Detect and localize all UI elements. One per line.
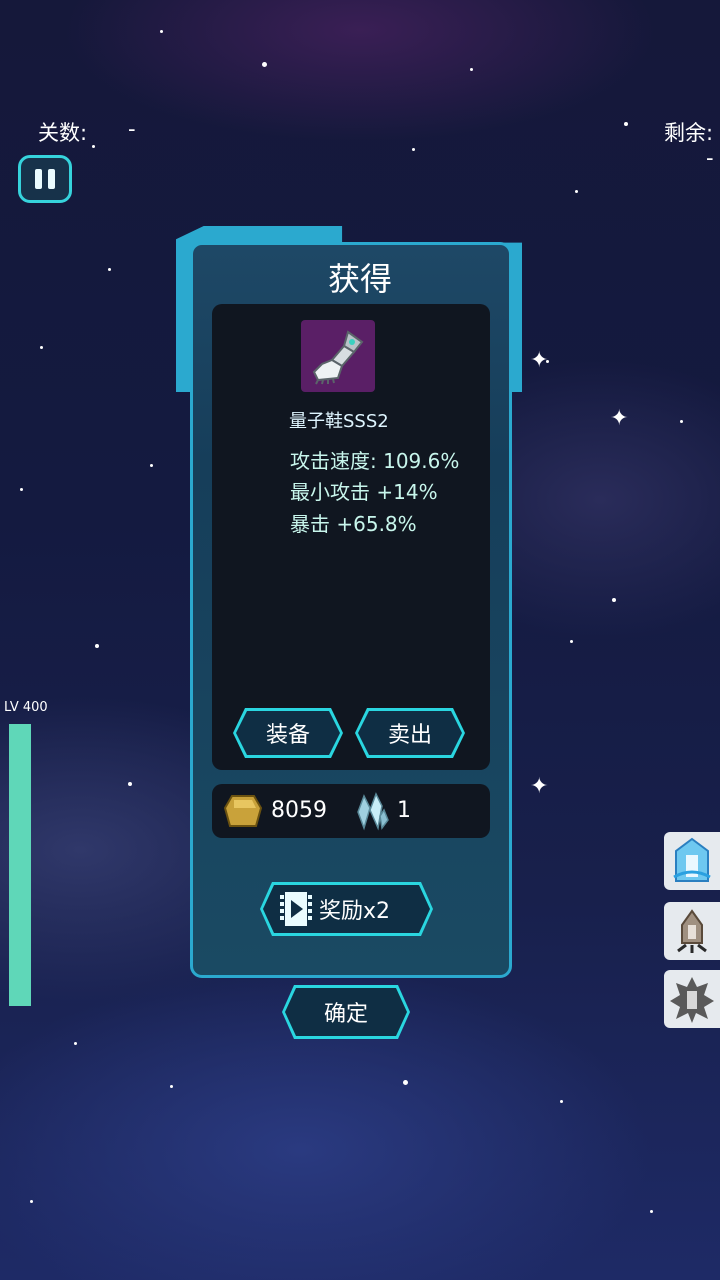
dialog-title: 获得 bbox=[327, 260, 392, 298]
reward-double-button[interactable]: 奖励x2 bbox=[260, 882, 433, 936]
equip-button[interactable]: 装备 bbox=[233, 708, 343, 758]
stat-attack-speed: 攻击速度: 109.6% bbox=[290, 449, 460, 473]
stat-critical: 暴击 +65.8% bbox=[290, 512, 417, 536]
stat-min-attack: 最小攻击 +14% bbox=[290, 480, 438, 504]
skill-rocket-button[interactable] bbox=[664, 902, 720, 960]
level-progress-bar bbox=[9, 724, 31, 1006]
remaining-value: - bbox=[706, 146, 714, 170]
sell-button[interactable]: 卖出 bbox=[355, 708, 465, 758]
reward-double-label: 奖励x2 bbox=[319, 899, 391, 924]
gold-value: 8059 bbox=[271, 798, 327, 823]
skill-explosion-icon bbox=[670, 977, 714, 1023]
gauntlet-icon bbox=[312, 330, 364, 385]
level-progress-fill bbox=[9, 724, 31, 1006]
level-value: - bbox=[128, 117, 136, 141]
lv-label: LV 400 bbox=[4, 700, 48, 715]
pause-icon bbox=[35, 169, 42, 189]
skill-rocket-icon bbox=[677, 909, 707, 953]
equip-button-label: 装备 bbox=[236, 711, 340, 755]
item-name: 量子鞋SSS2 bbox=[289, 411, 389, 432]
skill-shield-icon bbox=[673, 837, 711, 882]
remaining-label: 剩余: bbox=[664, 121, 714, 145]
level-label: 关数: bbox=[38, 121, 88, 145]
pause-button[interactable] bbox=[18, 155, 72, 203]
sell-button-label: 卖出 bbox=[358, 711, 462, 755]
crystal-icon bbox=[357, 792, 389, 831]
video-play-icon bbox=[277, 890, 315, 928]
skill-explosion-button[interactable] bbox=[664, 970, 720, 1028]
confirm-button[interactable]: 确定 bbox=[282, 985, 410, 1039]
crystal-value: 1 bbox=[397, 798, 411, 823]
skill-shield-button[interactable] bbox=[664, 832, 720, 890]
gold-nugget-icon bbox=[224, 795, 262, 827]
confirm-button-label: 确定 bbox=[285, 988, 407, 1036]
item-icon-frame bbox=[301, 320, 375, 392]
